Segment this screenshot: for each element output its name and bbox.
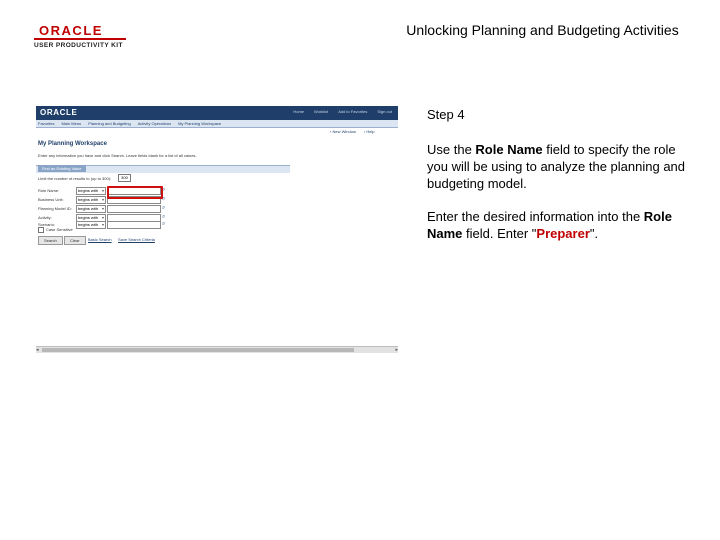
app-tools: New Window Help	[330, 129, 375, 134]
instruction-paragraph-1: Use the Role Name field to specify the r…	[427, 142, 686, 191]
document-title: Unlocking Planning and Budgeting Activit…	[406, 22, 679, 38]
oracle-upk-logo: ORACLE USER PRODUCTIVITY KIT	[34, 24, 126, 49]
business-unit-operator-select[interactable]: begins with	[76, 196, 106, 204]
scroll-right-icon[interactable]: ▸	[395, 347, 398, 353]
horizontal-scrollbar[interactable]: ◂ ▸	[36, 346, 398, 353]
app-instructions: Enter any information you have and click…	[38, 153, 197, 158]
app-page-title: My Planning Workspace	[38, 141, 107, 147]
planning-model-input[interactable]	[107, 205, 161, 213]
limit-label: Limit the number of results to (up to 30…	[38, 176, 112, 181]
scenario-input[interactable]	[107, 221, 161, 229]
lookup-icon[interactable]: ⌕	[162, 205, 165, 211]
scenario-operator-select[interactable]: begins with	[76, 221, 106, 229]
scrollbar-thumb[interactable]	[42, 348, 354, 352]
app-screenshot: ORACLE Home Worklist Add to Favorites Si…	[36, 106, 398, 353]
planning-model-operator-select[interactable]: begins with	[76, 205, 106, 213]
lookup-icon[interactable]: ⌕	[162, 214, 165, 220]
case-sensitive-checkbox[interactable]: Case Sensitive	[38, 227, 73, 233]
field-label: Business Unit:	[38, 197, 64, 202]
scroll-left-icon[interactable]: ◂	[36, 347, 39, 353]
logo-rule	[34, 38, 126, 40]
instruction-panel: Step 4 Use the Role Name field to specif…	[427, 106, 697, 242]
nav-favorites[interactable]: Favorites	[38, 121, 54, 126]
app-top-links: Home Worklist Add to Favorites Sign out	[293, 109, 392, 115]
help-link[interactable]: Help	[364, 129, 374, 134]
app-breadcrumb: Favorites Main Menu Planning and Budgeti…	[36, 120, 398, 128]
lookup-icon[interactable]: ⌕	[162, 221, 165, 227]
instruction-paragraph-2: Enter the desired information into the R…	[427, 209, 672, 241]
clear-button[interactable]: Clear	[64, 236, 86, 245]
oracle-logo-mark: ORACLE	[39, 23, 103, 38]
basic-search-link[interactable]: Basic Search	[88, 237, 112, 242]
app-brand-bar: ORACLE Home Worklist Add to Favorites Si…	[36, 106, 398, 120]
field-name-emphasis: Role Name	[475, 142, 543, 157]
nav-my-planning-workspace[interactable]: My Planning Workspace	[178, 121, 221, 126]
upk-logo-text: USER PRODUCTIVITY KIT	[34, 42, 123, 49]
field-label: Role Name:	[38, 188, 60, 193]
value-to-enter: Preparer	[536, 226, 590, 241]
app-oracle-logo: ORACLE	[40, 108, 78, 117]
field-label: Planning Model ID:	[38, 206, 72, 211]
step-number: Step 4	[427, 107, 465, 122]
new-window-link[interactable]: New Window	[330, 129, 356, 134]
nav-planning-budgeting[interactable]: Planning and Budgeting	[88, 121, 130, 126]
nav-main-menu[interactable]: Main Menu	[61, 121, 81, 126]
nav-activity-operations[interactable]: Activity Operations	[138, 121, 171, 126]
limit-input[interactable]: 300	[118, 174, 131, 182]
role-name-highlight	[107, 186, 163, 199]
tab-find-existing-value[interactable]: Find an Existing Value	[38, 165, 86, 172]
link-worklist[interactable]: Worklist	[314, 109, 328, 115]
field-row-planning-model: Planning Model ID: begins with ⌕	[38, 205, 178, 213]
field-label: Activity:	[38, 215, 52, 220]
link-home[interactable]: Home	[293, 109, 304, 115]
search-button[interactable]: Search	[38, 236, 63, 245]
link-sign-out[interactable]: Sign out	[377, 109, 392, 115]
link-add-favorites[interactable]: Add to Favorites	[338, 109, 367, 115]
role-name-operator-select[interactable]: begins with	[76, 187, 106, 195]
save-search-criteria-link[interactable]: Save Search Criteria	[118, 237, 155, 242]
